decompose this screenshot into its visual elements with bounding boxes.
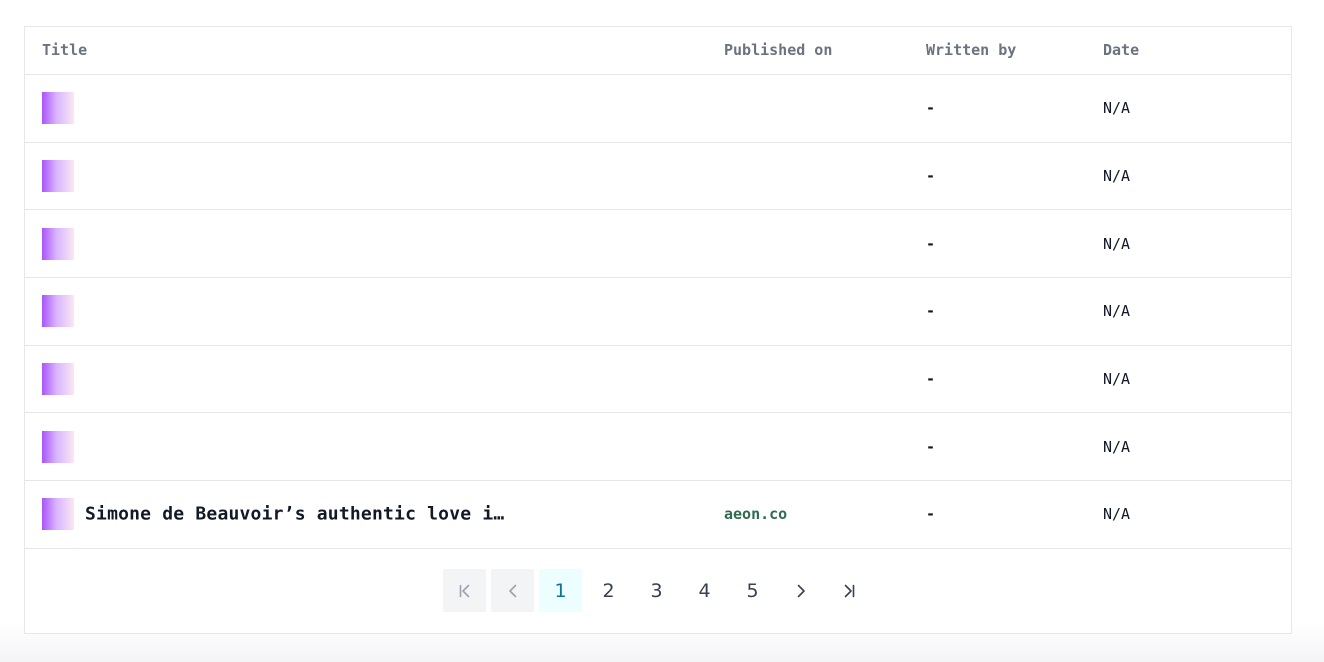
- article-thumbnail[interactable]: [42, 498, 74, 531]
- table-row[interactable]: - N/A: [25, 75, 1291, 143]
- articles-table: Title Published on Written by Date - N/A…: [24, 26, 1292, 634]
- article-author: -: [926, 370, 936, 389]
- article-thumbnail[interactable]: [42, 430, 74, 463]
- header-written-by[interactable]: Written by: [926, 41, 1016, 59]
- article-date: N/A: [1103, 437, 1131, 456]
- header-date[interactable]: Date: [1103, 41, 1139, 59]
- table-row[interactable]: - N/A: [25, 413, 1291, 482]
- article-source[interactable]: aeon.co: [724, 505, 787, 523]
- article-thumbnail[interactable]: [42, 227, 74, 260]
- next-page-button[interactable]: [779, 569, 822, 612]
- previous-page-button[interactable]: [491, 569, 534, 612]
- article-thumbnail[interactable]: [42, 363, 74, 396]
- article-author: -: [926, 437, 936, 456]
- page-button-3[interactable]: 3: [635, 569, 678, 612]
- article-author: -: [926, 234, 936, 253]
- article-author: -: [926, 505, 936, 524]
- article-thumbnail[interactable]: [42, 295, 74, 328]
- article-author: -: [926, 167, 936, 186]
- article-date: N/A: [1103, 167, 1131, 186]
- article-thumbnail[interactable]: [42, 160, 74, 193]
- chevron-left-icon: [508, 584, 516, 597]
- article-title[interactable]: Simone de Beauvoir’s authentic love i…: [85, 504, 517, 525]
- table-row[interactable]: Simone de Beauvoir’s authentic love i… a…: [25, 481, 1291, 549]
- page-button-2[interactable]: 2: [587, 569, 630, 612]
- header-title[interactable]: Title: [42, 41, 87, 59]
- article-author: -: [926, 302, 936, 321]
- article-date: N/A: [1103, 99, 1131, 118]
- table-row[interactable]: - N/A: [25, 143, 1291, 211]
- pagination: 1 2 3 4 5: [443, 569, 870, 612]
- header-published-on[interactable]: Published on: [724, 41, 832, 59]
- first-page-icon: [459, 584, 469, 597]
- last-page-icon: [844, 584, 854, 597]
- page-button-4[interactable]: 4: [683, 569, 726, 612]
- page-button-5[interactable]: 5: [731, 569, 774, 612]
- table-row[interactable]: - N/A: [25, 346, 1291, 414]
- table-row[interactable]: - N/A: [25, 210, 1291, 279]
- article-date: N/A: [1103, 505, 1131, 524]
- first-page-button[interactable]: [443, 569, 486, 612]
- table-header: Title Published on Written by Date: [25, 27, 1291, 75]
- table-row[interactable]: - N/A: [25, 278, 1291, 346]
- last-page-button[interactable]: [827, 569, 870, 612]
- article-date: N/A: [1103, 370, 1131, 389]
- article-author: -: [926, 99, 936, 118]
- article-date: N/A: [1103, 234, 1131, 253]
- chevron-right-icon: [797, 584, 805, 597]
- table-body: - N/A - N/A - N/A - N/A - N/A - N/A Simo…: [25, 75, 1291, 549]
- article-thumbnail[interactable]: [42, 92, 74, 125]
- page-button-1[interactable]: 1: [539, 569, 582, 612]
- article-date: N/A: [1103, 302, 1131, 321]
